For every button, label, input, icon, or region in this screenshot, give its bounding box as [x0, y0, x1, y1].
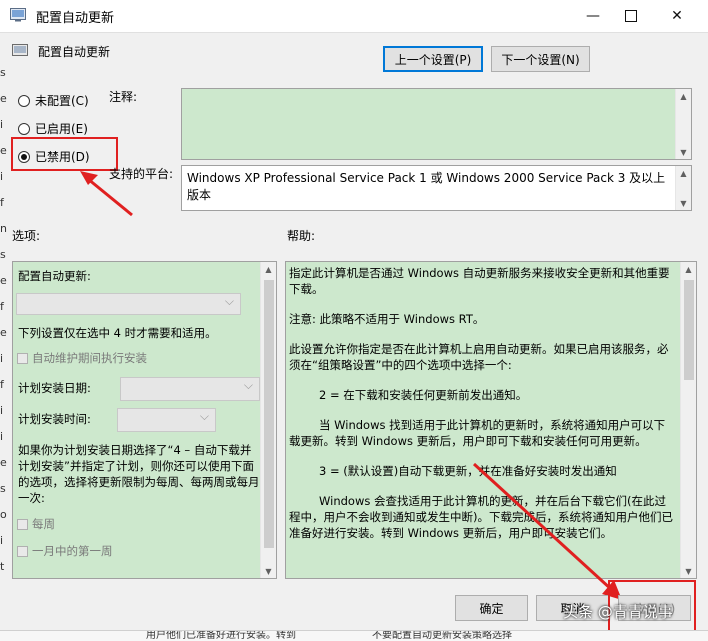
help-paragraph: 2 = 在下载和安装任何更新前发出通知。	[319, 388, 528, 402]
platform-box: Windows XP Professional Service Pack 1 或…	[181, 165, 692, 211]
scroll-thumb[interactable]	[684, 280, 694, 380]
checkbox-box	[17, 545, 28, 557]
scroll-up-icon[interactable]: ▲	[261, 262, 276, 276]
sidebar-glyph: i	[0, 534, 4, 547]
radio-circle	[18, 122, 30, 135]
options-scrollbar[interactable]: ▲ ▼	[260, 262, 276, 578]
sidebar-glyph: f	[0, 378, 4, 391]
schedule-day-label: 计划安装日期:	[18, 381, 91, 395]
setting-title: 配置自动更新	[38, 45, 111, 59]
comment-label: 注释:	[109, 90, 138, 104]
scroll-down-icon[interactable]: ▼	[261, 564, 276, 578]
scroll-down-icon[interactable]: ▼	[676, 145, 691, 159]
weekly-label: 每周	[32, 517, 55, 531]
title-bar: 配置自动更新 — ✕	[0, 0, 708, 33]
annotation-arrow-apply	[472, 462, 622, 600]
sidebar-glyph: e	[0, 274, 7, 287]
ok-button[interactable]: 确定	[455, 595, 528, 621]
sidebar-glyph: i	[0, 352, 4, 365]
scroll-thumb[interactable]	[264, 280, 274, 548]
options-panel: 配置自动更新: 下列设置仅在选中 4 时才需要和适用。 自动维护期间执行安装 计…	[12, 261, 277, 579]
scroll-up-icon[interactable]: ▲	[676, 166, 691, 180]
schedule-time-dropdown[interactable]	[117, 408, 216, 432]
sidebar-glyph: e	[0, 326, 7, 339]
sidebar-glyph: s	[0, 482, 6, 495]
sidebar-glyph: i	[0, 118, 4, 131]
annotation-arrow-disabled	[80, 171, 133, 217]
schedule-day-dropdown[interactable]	[120, 377, 260, 401]
scroll-up-icon[interactable]: ▲	[681, 262, 696, 276]
comment-textarea[interactable]: ▲ ▼	[181, 88, 692, 160]
sidebar-glyph: t	[0, 560, 5, 573]
help-paragraph: 当 Windows 找到适用于此计算机的更新时，系统将通知用户可以下载更新。转到…	[289, 418, 666, 448]
window-title: 配置自动更新	[36, 11, 115, 26]
help-section-label: 帮助:	[287, 229, 316, 243]
watermark: 头条 @青青说事	[563, 603, 673, 621]
not-configured-label: 未配置(C)	[35, 94, 89, 108]
configure-label: 配置自动更新:	[18, 269, 91, 283]
checkbox-box	[17, 352, 28, 364]
schedule-paragraph: 如果你为计划安装日期选择了“4 – 自动下载并计划安装”并指定了计划，则你还可以…	[18, 443, 260, 505]
group-policy-icon	[10, 8, 26, 22]
background-window-strip: 用户他们已准备好进行安装。转到 不要配置自动更新安装策略选择	[0, 630, 708, 641]
comment-scrollbar[interactable]: ▲ ▼	[675, 89, 691, 159]
help-paragraph: 指定此计算机是否通过 Windows 自动更新服务来接收安全更新和其他重要下载。	[289, 266, 670, 296]
background-sidebar: seieifnsefeifiiesoit	[0, 60, 10, 620]
sidebar-glyph: o	[0, 508, 7, 521]
options-note: 下列设置仅在选中 4 时才需要和适用。	[18, 326, 217, 340]
scroll-up-icon[interactable]: ▲	[676, 89, 691, 103]
configure-dropdown[interactable]	[16, 293, 241, 315]
enabled-radio[interactable]: 已启用(E)	[18, 120, 88, 137]
schedule-time-label: 计划安装时间:	[18, 412, 91, 426]
sidebar-glyph: n	[0, 222, 7, 235]
sidebar-glyph: e	[0, 92, 7, 105]
sidebar-glyph: f	[0, 300, 4, 313]
first-week-checkbox[interactable]: 一月中的第一周	[17, 543, 113, 559]
enabled-label: 已启用(E)	[35, 122, 88, 136]
sidebar-glyph: s	[0, 66, 6, 79]
checkbox-box	[17, 518, 28, 530]
sidebar-glyph: e	[0, 456, 7, 469]
sidebar-glyph: e	[0, 144, 7, 157]
sidebar-glyph: f	[0, 196, 4, 209]
setting-icon	[12, 44, 28, 56]
scroll-down-icon[interactable]: ▼	[676, 196, 691, 210]
sidebar-glyph-list: seieifnsefeifiiesoit	[0, 60, 10, 580]
maximize-icon[interactable]	[608, 0, 654, 32]
help-paragraph: 注意: 此策略不适用于 Windows RT。	[289, 312, 485, 326]
maintenance-label: 自动维护期间执行安装	[32, 351, 147, 365]
radio-circle	[18, 94, 30, 107]
weekly-checkbox[interactable]: 每周	[17, 516, 55, 532]
platform-text: Windows XP Professional Service Pack 1 或…	[187, 171, 666, 202]
options-section-label: 选项:	[12, 229, 41, 243]
close-icon[interactable]: ✕	[654, 0, 700, 32]
scroll-down-icon[interactable]: ▼	[681, 564, 696, 578]
previous-setting-button[interactable]: 上一个设置(P)	[383, 46, 483, 72]
maintenance-checkbox[interactable]: 自动维护期间执行安装	[17, 350, 147, 366]
help-scrollbar[interactable]: ▲ ▼	[680, 262, 696, 578]
sidebar-glyph: i	[0, 404, 4, 417]
next-setting-button[interactable]: 下一个设置(N)	[491, 46, 590, 72]
sidebar-glyph: i	[0, 170, 4, 183]
help-paragraph: 此设置允许你指定是否在此计算机上启用自动更新。如果已启用该服务，必须在“组策略设…	[289, 342, 669, 372]
sidebar-glyph: i	[0, 430, 4, 443]
not-configured-radio[interactable]: 未配置(C)	[18, 92, 89, 109]
sidebar-glyph: s	[0, 248, 6, 261]
first-week-label: 一月中的第一周	[32, 544, 113, 558]
platform-scrollbar[interactable]: ▲ ▼	[675, 166, 691, 210]
